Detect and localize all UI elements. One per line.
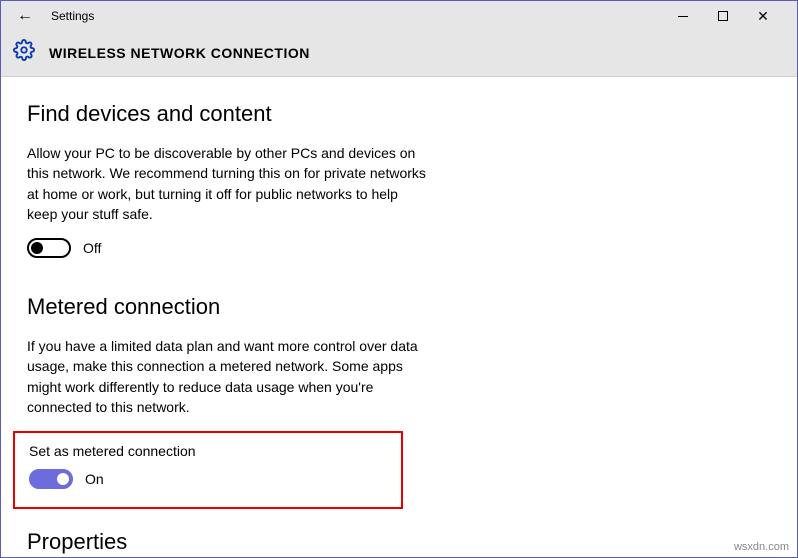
titlebar: ← Settings ✕ WIRELESS NETWORK CONNECTION: [1, 1, 797, 77]
content: Find devices and content Allow your PC t…: [1, 77, 797, 555]
close-button[interactable]: ✕: [743, 3, 783, 29]
close-icon: ✕: [743, 3, 783, 29]
section-title-find: Find devices and content: [27, 101, 771, 127]
maximize-button[interactable]: [703, 3, 743, 29]
metered-toggle-label: On: [85, 471, 104, 487]
metered-toggle-row: On: [29, 469, 387, 489]
find-toggle[interactable]: [27, 238, 71, 258]
section-body-metered: If you have a limited data plan and want…: [27, 336, 427, 417]
metered-sublabel: Set as metered connection: [29, 443, 387, 459]
titlebar-heading: WIRELESS NETWORK CONNECTION: [1, 31, 797, 66]
titlebar-top: ← Settings ✕: [1, 1, 797, 31]
toggle-knob-icon: [57, 473, 69, 485]
metered-toggle[interactable]: [29, 469, 73, 489]
find-toggle-row: Off: [27, 238, 771, 258]
watermark: wsxdn.com: [734, 541, 789, 553]
gear-icon: [13, 39, 35, 66]
metered-highlight-box: Set as metered connection On: [13, 431, 403, 509]
page-heading: WIRELESS NETWORK CONNECTION: [49, 45, 310, 61]
find-toggle-label: Off: [83, 240, 101, 256]
section-title-metered: Metered connection: [27, 294, 771, 320]
minimize-icon: [678, 16, 688, 17]
maximize-icon: [718, 11, 728, 21]
window-controls: ✕: [663, 3, 797, 29]
app-title: Settings: [51, 9, 94, 23]
titlebar-left: ← Settings: [1, 8, 94, 24]
section-title-properties: Properties: [27, 529, 771, 555]
minimize-button[interactable]: [663, 3, 703, 29]
back-arrow-icon[interactable]: ←: [17, 8, 33, 24]
section-body-find: Allow your PC to be discoverable by othe…: [27, 143, 427, 224]
toggle-knob-icon: [31, 242, 43, 254]
